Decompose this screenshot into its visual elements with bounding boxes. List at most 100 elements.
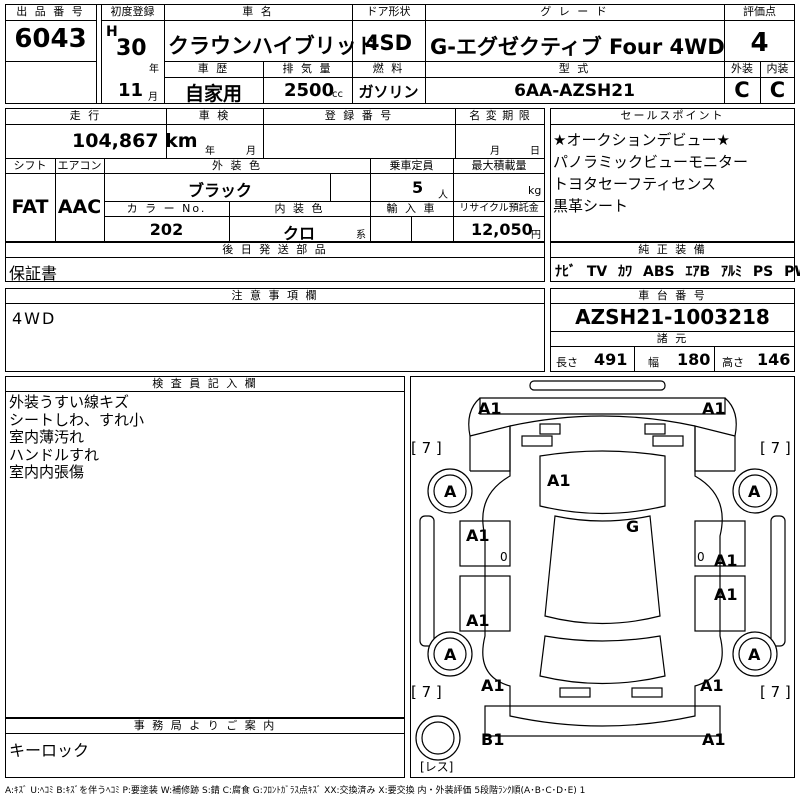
import-label: 輸 入 車 xyxy=(386,202,437,215)
recycle-unit: 円 xyxy=(531,230,541,241)
mark-front-right: A1 xyxy=(702,399,726,418)
mark-bottom-left: B1 xyxy=(481,730,505,749)
cautions-label: 注 意 事 項 欄 xyxy=(231,289,319,302)
mark-tire-front-right: A xyxy=(748,482,761,501)
office-value: キーロック xyxy=(9,741,90,760)
mark-tire-rear-right: A xyxy=(748,645,761,664)
inspection-month-unit: 月 xyxy=(246,146,256,157)
tread-rear-right: [ 7 ] xyxy=(760,683,791,701)
sales-point-item: トヨタセーフティセンス xyxy=(553,175,716,193)
mileage-label: 走 行 xyxy=(69,109,102,122)
equipment-item: ABS xyxy=(643,264,675,280)
interior-color-value: クロ xyxy=(283,224,316,243)
type-value: 6AA-AZSH21 xyxy=(514,81,635,101)
fuel-value: ガソリン xyxy=(358,83,419,101)
grade-label: グ レ ー ド xyxy=(540,5,609,18)
equipment-item: ｶﾜ xyxy=(618,264,633,280)
load-label: 最大積載量 xyxy=(471,159,527,172)
shift-label: シフト xyxy=(13,159,47,172)
name-change-label: 名 変 期 限 xyxy=(469,109,531,122)
score-label: 評価点 xyxy=(743,5,776,18)
sales-points-label: セールスポイント xyxy=(620,109,725,122)
inspection-label: 車 検 xyxy=(198,109,231,122)
interior-color-unit: 系 xyxy=(356,230,366,241)
first-reg-label: 初度登録 xyxy=(110,5,155,18)
mark-front-left: A1 xyxy=(478,399,502,418)
tread-rear-left: [ 7 ] xyxy=(411,683,442,701)
accessories-label: 後 日 発 送 部 品 xyxy=(222,243,328,256)
ac-value: AAC xyxy=(57,196,102,218)
inspector-label: 検 査 員 記 入 欄 xyxy=(152,377,258,390)
height-value: 146 xyxy=(757,350,791,369)
equipment-item: ｱﾙﾐ xyxy=(721,264,743,280)
model-name: クラウンハイブリッド xyxy=(168,34,378,58)
mark-glass: G xyxy=(626,517,640,536)
score-value: 4 xyxy=(750,28,769,58)
sales-points-list: ★オークションデビュー★ パノラミックビューモニター トヨタセーフティセンス 黒… xyxy=(553,129,748,217)
color-label: 外 装 色 xyxy=(212,159,262,172)
length-label: 長さ xyxy=(556,356,578,369)
mark-hood: A1 xyxy=(547,471,571,490)
sales-point-item: パノラミックビューモニター xyxy=(553,153,749,171)
car-diagram xyxy=(415,380,786,761)
cautions-value: 4WD xyxy=(12,309,57,328)
shift-value: FAT xyxy=(11,196,49,218)
legend: A:ｷｽﾞ U:ﾍｺﾐ B:ｷｽﾞを伴うﾍｺﾐ P:要塗装 W:補修跡 S:錆 … xyxy=(5,786,586,796)
equipment-item: TV xyxy=(586,264,608,280)
capacity-unit: 人 xyxy=(438,190,448,201)
accessories-value: 保証書 xyxy=(9,264,58,283)
lot-label: 出 品 番 号 xyxy=(16,5,85,18)
door-zero-left: 0 xyxy=(500,550,508,564)
grade-value: G-エグゼクティブ Four 4WD xyxy=(430,35,725,59)
exterior-label: 外装 xyxy=(731,62,753,75)
inspector-note: 室内薄汚れ xyxy=(9,428,85,446)
type-label: 型 式 xyxy=(558,62,591,75)
dimensions-label: 諸 元 xyxy=(656,332,689,345)
mark-tire-rear-left: A xyxy=(444,645,457,664)
mileage-value: 104,867 km xyxy=(72,130,198,152)
registration-label: 登 録 番 号 xyxy=(324,109,394,122)
color-no-label: カ ラ ー No. xyxy=(126,202,207,215)
door-zero-right: 0 xyxy=(697,550,705,564)
inspector-note: シートしわ、すれ小 xyxy=(9,410,145,429)
sales-point-item: 黒革シート xyxy=(553,197,629,215)
height-label: 高さ xyxy=(722,356,744,369)
sales-point-item: ★オークションデビュー★ xyxy=(553,131,730,149)
color-no-value: 202 xyxy=(149,220,184,239)
inspector-note: 室内内張傷 xyxy=(9,463,85,481)
specs-block xyxy=(5,108,545,242)
inspection-year-unit: 年 xyxy=(205,146,215,157)
displacement-unit: cc xyxy=(332,89,343,100)
length-value: 491 xyxy=(594,350,628,369)
displacement-value: 2500 xyxy=(284,80,335,101)
mark-door-rear-left: A1 xyxy=(466,611,490,630)
tread-front-right: [ 7 ] xyxy=(760,439,791,457)
name-change-month-unit: 月 xyxy=(490,146,500,157)
interior-label: 内装 xyxy=(766,62,789,75)
equipment-item: ﾅﾋﾞ xyxy=(555,264,576,280)
mark-rear-right: A1 xyxy=(700,676,724,695)
equipment-label: 純 正 装 備 xyxy=(638,243,707,256)
history-label: 車 歴 xyxy=(197,62,230,75)
reg-year: 30 xyxy=(116,36,147,61)
chassis-label: 車 台 番 号 xyxy=(638,289,707,302)
mark-bottom-right: A1 xyxy=(702,730,726,749)
ac-label: エアコン xyxy=(57,159,102,172)
spare-tire-label: [レス] xyxy=(420,760,454,774)
displacement-label: 排 気 量 xyxy=(282,62,333,75)
door-value: 4SD xyxy=(364,31,413,55)
mark-door-rear-right: A1 xyxy=(714,585,738,604)
width-value: 180 xyxy=(677,350,711,369)
office-label: 事 務 局 よ り ご 案 内 xyxy=(133,719,277,732)
inspector-note: ハンドルすれ xyxy=(9,445,100,464)
chassis-value: AZSH21-1003218 xyxy=(575,305,770,329)
recycle-value: 12,050 xyxy=(471,220,533,239)
interior-color-label: 内 装 色 xyxy=(274,202,325,215)
year-unit: 年 xyxy=(149,64,159,75)
model-label: 車 名 xyxy=(242,5,274,18)
interior-grade: C xyxy=(769,78,786,102)
door-label: ドア形状 xyxy=(366,5,411,18)
fuel-label: 燃 料 xyxy=(372,62,405,75)
month-unit: 月 xyxy=(148,92,158,103)
name-change-day-unit: 日 xyxy=(530,146,540,157)
